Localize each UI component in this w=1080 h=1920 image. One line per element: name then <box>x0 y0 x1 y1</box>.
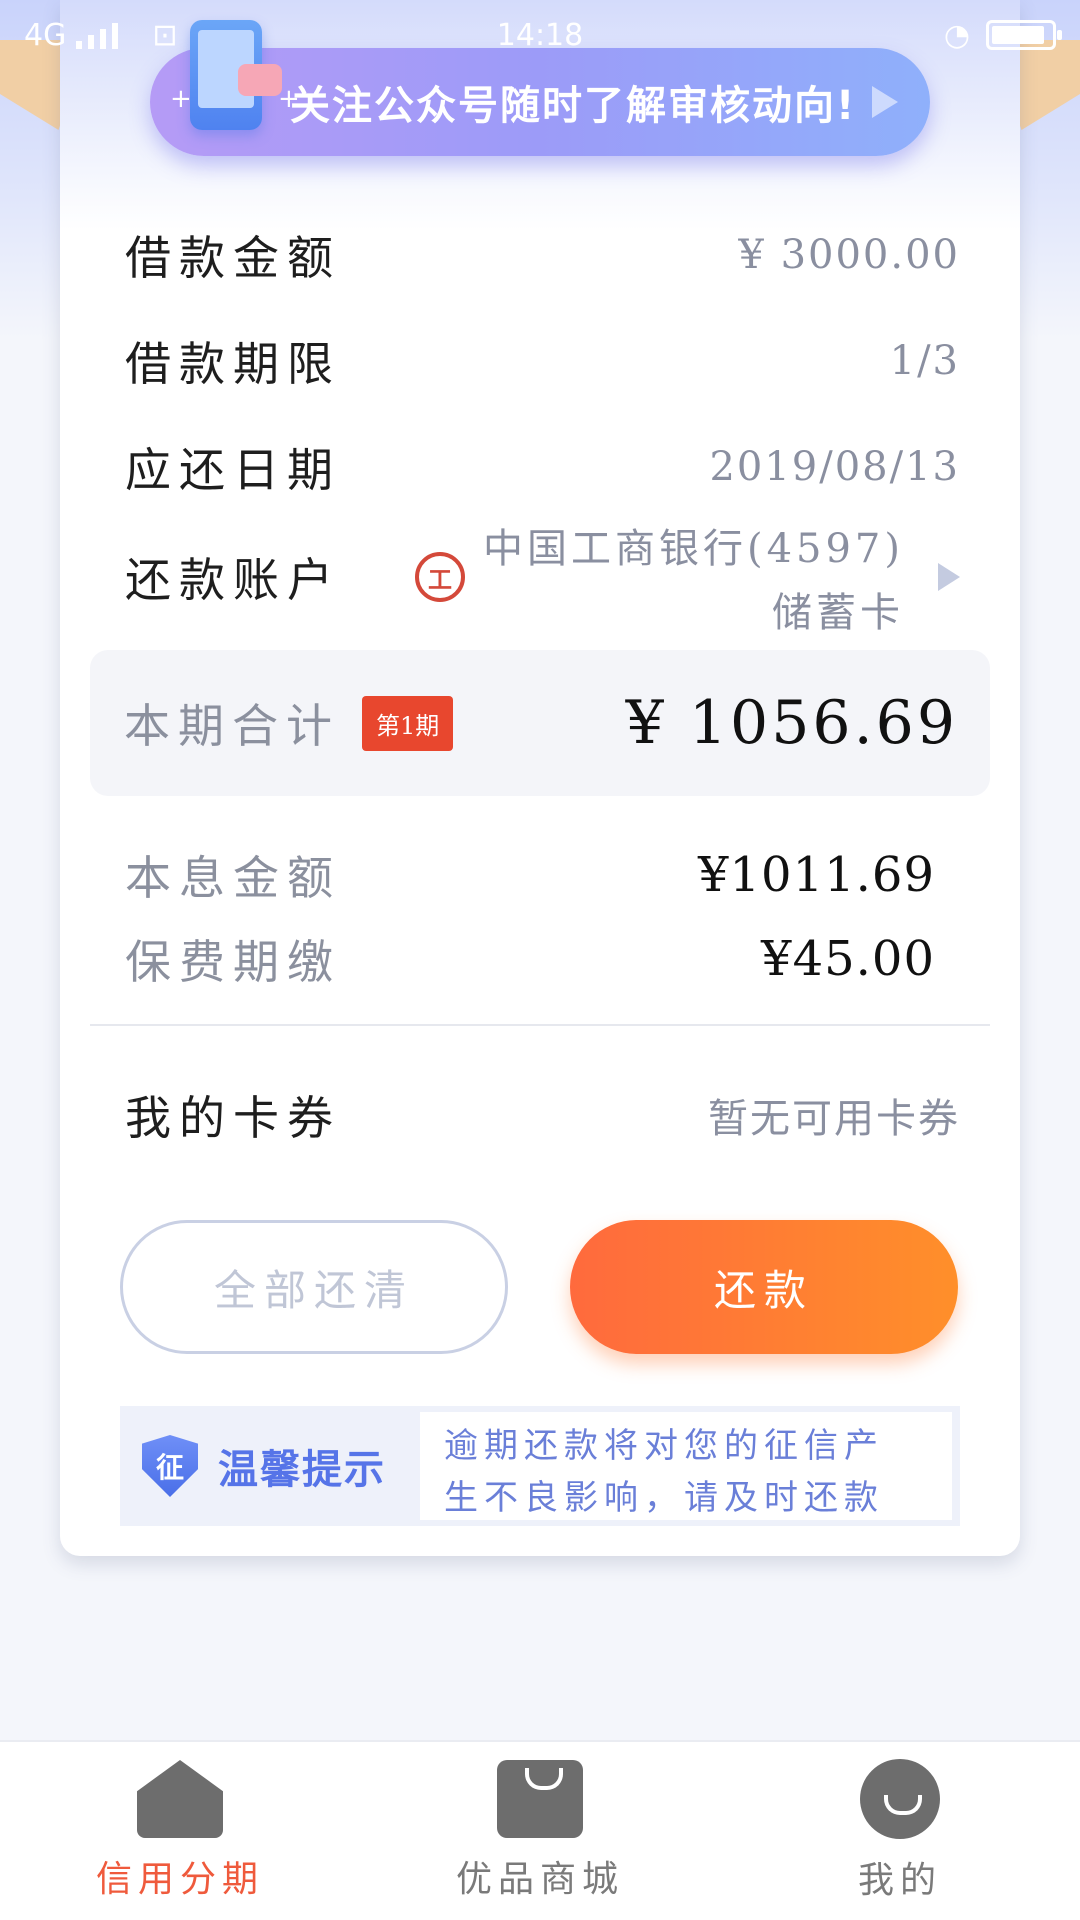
repayment-account-row[interactable]: 还款账户 工 中国工商银行(4597) 储蓄卡 <box>125 516 960 638</box>
chevron-right-icon[interactable] <box>938 563 960 591</box>
insurance-fee-value: ¥45.00 <box>761 931 935 987</box>
sparkle-plus-icon: + <box>278 84 300 114</box>
loan-amount-value: ¥ 3000.00 <box>738 232 960 278</box>
principal-interest-row: 本息金额 ¥1011.69 <box>125 842 935 908</box>
due-date-label: 应还日期 <box>125 443 341 497</box>
due-date-value: 2019/08/13 <box>709 444 960 490</box>
divider <box>90 1024 990 1026</box>
status-left: 4G ⊡ <box>24 18 177 53</box>
tip-line-1: 逾期还款将对您的征信产 <box>444 1426 884 1466</box>
loan-term-label: 借款期限 <box>125 337 341 391</box>
my-coupons-label: 我的卡券 <box>125 1091 341 1145</box>
account-selector[interactable]: 工 中国工商银行(4597) 储蓄卡 <box>414 516 960 638</box>
repay-all-button[interactable]: 全部还清 <box>120 1220 508 1354</box>
my-coupons-row[interactable]: 我的卡券 暂无可用卡券 <box>125 1082 960 1148</box>
repay-button[interactable]: 还款 <box>570 1220 958 1354</box>
screenshot-icon: ⊡ <box>152 17 178 53</box>
nav-label: 信用分期 <box>95 1859 264 1900</box>
tip-header: 征 温馨提示 <box>120 1406 420 1526</box>
bank-info: 中国工商银行(4597) 储蓄卡 <box>483 516 904 638</box>
icbc-logo-icon: 工 <box>414 552 465 602</box>
signal-icon <box>76 21 119 49</box>
network-type: 4G <box>24 17 67 53</box>
card-type: 储蓄卡 <box>772 590 904 636</box>
nav-premium-mall[interactable]: 优品商城 <box>390 1760 690 1902</box>
status-bar: 4G ⊡ 14:18 ◔ <box>0 0 1080 70</box>
loan-term-value: 1/3 <box>889 338 960 384</box>
period-total-amount: ¥ 1056.69 <box>625 688 958 758</box>
loan-amount-label: 借款金额 <box>125 231 341 285</box>
credit-shield-icon: 征 <box>142 1435 198 1497</box>
repayment-account-label: 还款账户 <box>125 553 341 607</box>
battery-icon <box>986 20 1062 50</box>
period-total-left: 本期合计 第1期 <box>124 690 454 756</box>
due-date-row: 应还日期 2019/08/13 <box>125 434 960 500</box>
status-right: ◔ <box>943 17 1062 53</box>
warm-tip: 征 温馨提示 逾期还款将对您的征信产 生不良影响，请及时还款 <box>120 1406 960 1526</box>
banner-arrow-icon <box>872 86 898 118</box>
insurance-fee-label: 保费期缴 <box>125 935 341 989</box>
tip-message: 逾期还款将对您的征信产 生不良影响，请及时还款 <box>420 1412 952 1520</box>
my-coupons-value: 暂无可用卡券 <box>708 1096 960 1142</box>
status-time: 14:18 <box>496 17 584 53</box>
wifi-icon: ◔ <box>943 17 970 53</box>
period-total-label: 本期合计 <box>124 699 340 753</box>
loan-amount-row: 借款金额 ¥ 3000.00 <box>125 222 960 288</box>
period-badge: 第1期 <box>362 695 454 751</box>
bottom-navigation: 信用分期 优品商城 我的 <box>0 1740 1080 1920</box>
bank-name: 中国工商银行(4597) <box>482 526 904 572</box>
nav-label: 我的 <box>857 1860 942 1901</box>
period-total-box: 本期合计 第1期 ¥ 1056.69 <box>90 650 990 796</box>
screen: 4G ⊡ 14:18 ◔ 关注公众号随时了解审核动向! + + 借款金额 ¥ 3… <box>0 0 1080 1920</box>
profile-icon <box>860 1759 940 1839</box>
tip-title: 温馨提示 <box>218 1447 386 1493</box>
nav-credit-installment[interactable]: 信用分期 <box>30 1760 330 1902</box>
principal-interest-label: 本息金额 <box>125 851 341 905</box>
insurance-fee-row: 保费期缴 ¥45.00 <box>125 926 935 992</box>
sparkle-plus-icon: + <box>170 84 192 114</box>
shopping-bag-icon <box>497 1760 583 1838</box>
loan-term-row: 借款期限 1/3 <box>125 328 960 394</box>
tip-line-2: 生不良影响，请及时还款 <box>444 1478 884 1518</box>
banner-text: 关注公众号随时了解审核动向! <box>290 83 857 129</box>
nav-label: 优品商城 <box>455 1859 624 1900</box>
nav-my-profile[interactable]: 我的 <box>750 1759 1050 1903</box>
principal-interest-value: ¥1011.69 <box>697 847 935 903</box>
home-icon <box>137 1760 223 1838</box>
